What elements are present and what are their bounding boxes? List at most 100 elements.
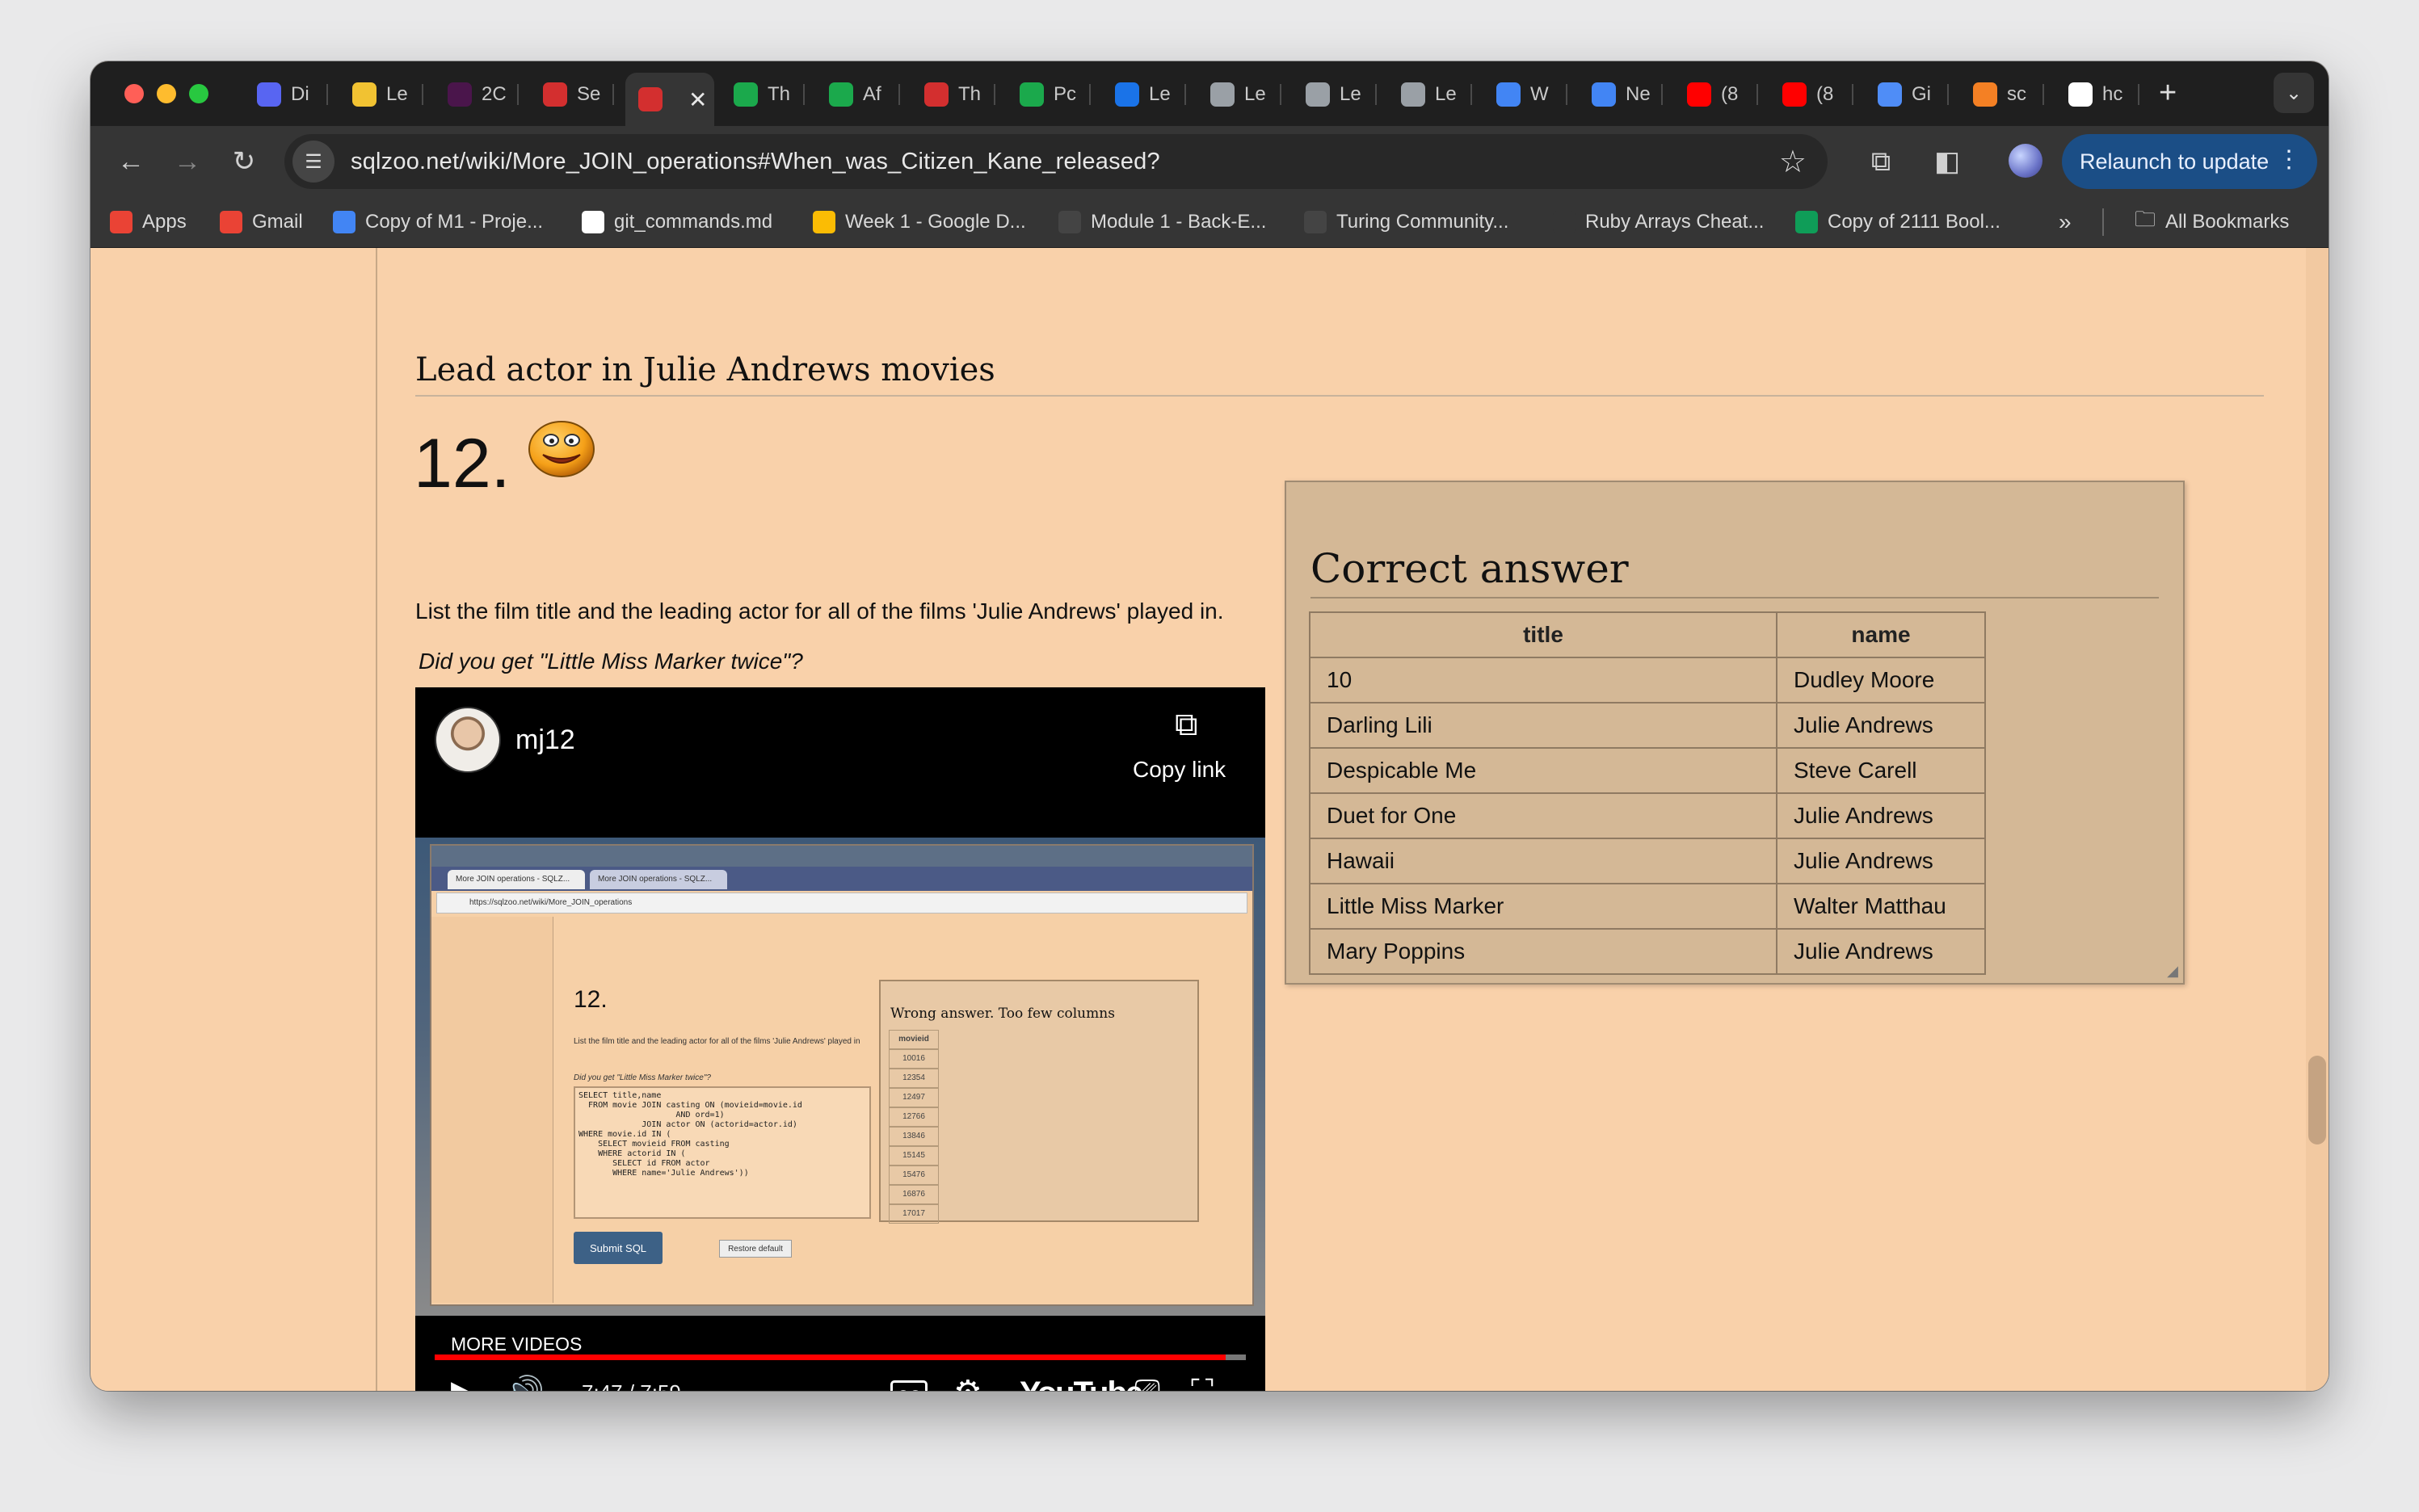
settings-gear-icon[interactable]: ⚙ (953, 1374, 982, 1391)
browser-tab[interactable]: Pc (1007, 73, 1091, 116)
minimize-window-button[interactable] (157, 84, 176, 103)
inner-column-cell: 12766 (889, 1107, 939, 1127)
bookmark-label: Ruby Arrays Cheat... (1585, 211, 1765, 233)
browser-tab[interactable]: Se (530, 73, 614, 116)
inner-tab: More JOIN operations - SQLZ... (448, 870, 585, 889)
youtube-logo[interactable]: YouTube (1020, 1376, 1143, 1391)
browser-tab[interactable]: (8 (1769, 73, 1853, 116)
tab-label: Pc (1054, 83, 1077, 105)
correct-answer-panel: Correct answer title name 10 Dudley Moore… (1285, 481, 2185, 985)
tab-separator (2042, 84, 2044, 105)
site-info-icon[interactable]: ☰ (292, 141, 334, 183)
page-scrollbar-thumb[interactable] (2308, 1056, 2326, 1144)
bookmark-item[interactable]: Apps (110, 207, 187, 237)
browser-tab[interactable]: Th (721, 73, 805, 116)
browser-tab[interactable]: Le (339, 73, 423, 116)
cast-icon[interactable]: ⎚ (1134, 1374, 1160, 1391)
table-row: 10 Dudley Moore (1309, 657, 1986, 704)
new-tab-button[interactable]: + (2159, 76, 2177, 111)
reload-button[interactable]: ↻ (223, 141, 265, 183)
more-videos-button[interactable]: MORE VIDEOS (451, 1334, 582, 1355)
browser-tab[interactable]: Le (1293, 73, 1377, 116)
url-text[interactable]: sqlzoo.net/wiki/More_JOIN_operations#Whe… (351, 149, 1160, 175)
inner-sql-editor: SELECT title,name FROM movie JOIN castin… (574, 1086, 871, 1219)
back-button[interactable]: ← (110, 141, 152, 183)
copy-link-button[interactable]: Copy link (1133, 757, 1226, 783)
browser-tab[interactable]: Le (1388, 73, 1472, 116)
inner-column-cell: 12497 (889, 1088, 939, 1107)
tab-search-button[interactable]: ⌄ (2274, 73, 2314, 113)
tab-label: Se (577, 83, 601, 105)
channel-avatar[interactable] (435, 707, 501, 773)
cell-title: Mary Poppins (1309, 928, 1777, 975)
more-menu-icon[interactable]: ⋮ (2277, 145, 2301, 174)
video-frame[interactable]: More JOIN operations - SQLZ... More JOIN… (415, 838, 1265, 1316)
browser-tab[interactable]: Le (1102, 73, 1186, 116)
browser-tab[interactable]: sc (1960, 73, 2044, 116)
browser-tab[interactable]: W (1483, 73, 1567, 116)
cell-name: Walter Matthau (1776, 883, 1986, 930)
bookmark-item[interactable]: Week 1 - Google D... (813, 207, 1026, 237)
resize-handle-icon[interactable]: ◢ (2167, 963, 2178, 980)
fullscreen-icon[interactable]: ⛶ (1191, 1374, 1214, 1391)
forward-button[interactable]: → (166, 141, 208, 183)
video-screenshot: More JOIN operations - SQLZ... More JOIN… (430, 844, 1254, 1306)
tab-separator (1852, 84, 1853, 105)
zoom-window-button[interactable] (189, 84, 208, 103)
volume-icon[interactable]: 🔊 (504, 1374, 545, 1391)
play-icon[interactable]: ▶ (451, 1374, 476, 1391)
tab-label: hc (2102, 83, 2123, 105)
answer-table: title name 10 Dudley Moore Darling Lili Jul… (1309, 611, 1986, 975)
column-header-title: title (1309, 611, 1777, 658)
browser-tab[interactable]: Gi (1865, 73, 1949, 116)
browser-toolbar: ← → ↻ ☰ sqlzoo.net/wiki/More_JOIN_operat… (90, 126, 2329, 197)
profile-avatar[interactable] (2009, 144, 2042, 178)
table-row: Despicable Me Steve Carell (1309, 747, 1986, 794)
browser-tab[interactable]: Le (1197, 73, 1281, 116)
page-content: Lead actor in Julie Andrews movies 12. L… (90, 248, 2329, 1391)
gmail-icon (220, 211, 242, 233)
browser-tab[interactable]: Af (816, 73, 900, 116)
inner-column-cell: 16876 (889, 1185, 939, 1204)
all-bookmarks-button[interactable]: 🗀 All Bookmarks (2135, 207, 2289, 237)
side-panel-icon[interactable]: ◧ (1926, 141, 1968, 183)
tab-label: Th (768, 83, 791, 105)
browser-tab[interactable]: (8 (1674, 73, 1758, 116)
bookmark-item[interactable]: Copy of M1 - Proje... (333, 207, 543, 237)
tab-separator (1947, 84, 1949, 105)
bookmark-item[interactable]: Gmail (220, 207, 303, 237)
copy-icon[interactable]: ⧉ (1175, 707, 1198, 743)
relaunch-button[interactable]: Relaunch to update ⋮ (2062, 134, 2317, 189)
bookmark-item[interactable]: Turing Community... (1304, 207, 1508, 237)
bookmark-item[interactable]: Copy of 2111 Bool... (1795, 207, 2000, 237)
embedded-video-player[interactable]: mj12 ⧉ Copy link More JOIN operations - … (415, 687, 1265, 1391)
captions-icon[interactable]: cc (890, 1380, 928, 1391)
extensions-icon[interactable]: ⧉ (1860, 141, 1902, 183)
inner-title-bar (431, 846, 1252, 867)
close-window-button[interactable] (124, 84, 144, 103)
bookmark-item[interactable]: Module 1 - Back-E... (1058, 207, 1266, 237)
tab-separator (612, 84, 614, 105)
close-tab-icon[interactable]: ✕ (688, 86, 707, 113)
arrow-left-icon: ← (117, 145, 145, 177)
bookmark-star-icon[interactable]: ☆ (1779, 144, 1807, 180)
browser-tab[interactable]: ✕ (625, 73, 714, 126)
address-bar[interactable]: ☰ sqlzoo.net/wiki/More_JOIN_operations#W… (284, 134, 1828, 189)
more-bookmarks-chevron-icon[interactable]: » (2059, 207, 2072, 237)
github-icon (582, 211, 604, 233)
tab-separator (1089, 84, 1091, 105)
browser-tab[interactable]: hc (2055, 73, 2139, 116)
page-scrollbar-track[interactable] (2306, 248, 2329, 1391)
channel-name[interactable]: mj12 (515, 724, 575, 756)
tab-separator (1470, 84, 1472, 105)
bookmark-item[interactable]: Ruby Arrays Cheat... (1553, 207, 1764, 237)
bookmark-item[interactable]: git_commands.md (582, 207, 772, 237)
browser-tab[interactable]: Th (911, 73, 995, 116)
browser-tab[interactable]: 2C (435, 73, 519, 116)
browser-tab[interactable]: Ne (1579, 73, 1663, 116)
video-progress-bar[interactable] (435, 1354, 1246, 1360)
folder-icon: 🗀 (2135, 207, 2156, 231)
browser-tab[interactable]: Di (244, 73, 328, 116)
inner-question-text: List the film title and the leading acto… (574, 1037, 860, 1046)
turing-icon (1058, 211, 1081, 233)
